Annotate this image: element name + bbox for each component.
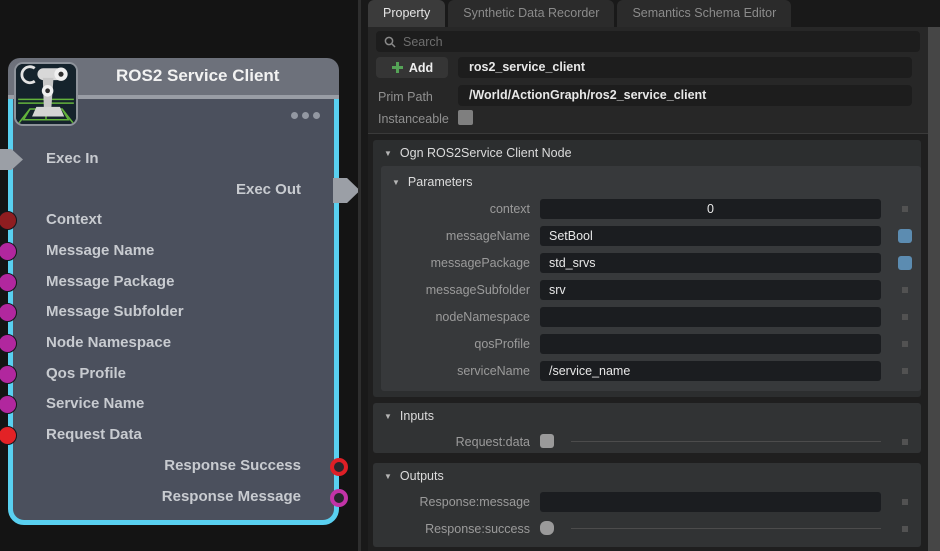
collapse-triangle-icon[interactable]: ▼ [384,141,392,167]
default-value-square-icon[interactable] [902,287,908,293]
message-subfolder-field[interactable]: srv [540,280,881,300]
node-port-node-namespace[interactable]: Node Namespace [13,333,334,355]
modified-value-square-icon[interactable] [898,256,912,270]
node-title: ROS2 Service Client [116,66,279,86]
param-row-context: context 0 [381,196,921,223]
section-inputs-header[interactable]: ▼Inputs [373,403,921,429]
input-row-request-data: Request:data [373,429,921,456]
collapse-triangle-icon[interactable]: ▼ [392,167,400,199]
message-name-field[interactable]: SetBool [540,226,881,246]
add-button[interactable]: Add [376,57,448,78]
default-value-square-icon[interactable] [902,499,908,505]
panel-scrollbar[interactable] [928,27,940,551]
message-package-field[interactable]: std_srvs [540,253,881,273]
section-ogn-node: ▼Ogn ROS2Service Client Node ▼Parameters… [373,140,921,397]
search-input[interactable]: Search [376,31,920,52]
tab-semantics-schema-editor[interactable]: Semantics Schema Editor [617,0,791,27]
response-success-pin-icon[interactable] [330,458,348,476]
message-name-pin-icon[interactable] [0,242,17,261]
panel-gap [361,0,368,551]
section-parameters: ▼Parameters context 0 messageName SetBoo… [381,166,921,391]
param-row-qos-profile: qosProfile [381,331,921,358]
property-panel: Property Synthetic Data Recorder Semanti… [368,0,940,551]
collapse-triangle-icon[interactable]: ▼ [384,464,392,490]
node-port-message-package[interactable]: Message Package [13,272,334,294]
default-value-square-icon[interactable] [902,314,908,320]
exec-out-label: Exec Out [236,181,301,198]
default-value-square-icon[interactable] [902,526,908,532]
default-value-square-icon[interactable] [902,368,908,374]
node-port-message-name[interactable]: Message Name [13,241,334,263]
search-placeholder: Search [403,35,443,49]
exec-in-label: Exec In [46,150,99,167]
default-value-square-icon[interactable] [902,439,908,445]
property-sections: ▼Ogn ROS2Service Client Node ▼Parameters… [368,134,940,551]
request-data-pin-icon[interactable] [0,426,17,445]
node-port-exec-in[interactable]: Exec In [13,149,334,171]
output-row-response-success: Response:success [373,516,921,543]
prim-name-field[interactable]: ros2_service_client [458,57,912,78]
collapse-triangle-icon[interactable]: ▼ [384,404,392,430]
tab-synthetic-data-recorder[interactable]: Synthetic Data Recorder [448,0,614,27]
qos-profile-pin-icon[interactable] [0,365,17,384]
section-parameters-header[interactable]: ▼Parameters [381,166,921,196]
ros2-service-client-node[interactable]: ROS2 Service Client [8,58,339,525]
robot-arm-icon [14,62,78,126]
default-value-square-icon[interactable] [902,206,908,212]
param-row-node-namespace: nodeNamespace [381,304,921,331]
section-outputs: ▼Outputs Response:message Response:succe… [373,463,921,547]
output-row-response-message: Response:message [373,489,921,516]
node-port-message-subfolder[interactable]: Message Subfolder [13,302,334,324]
tab-property[interactable]: Property [368,0,445,27]
context-pin-icon[interactable] [0,211,17,230]
message-package-pin-icon[interactable] [0,273,17,292]
node-port-context[interactable]: Context [13,210,334,232]
message-subfolder-pin-icon[interactable] [0,303,17,322]
prim-path-label: Prim Path [378,90,433,104]
panel-tab-bar: Property Synthetic Data Recorder Semanti… [368,0,940,27]
exec-out-pin-icon[interactable] [333,178,360,203]
node-port-request-data[interactable]: Request Data [13,425,334,447]
exec-in-pin-icon[interactable] [0,149,23,170]
node-port-response-success[interactable]: Response Success [13,456,334,478]
app-window: ROS2 Service Client [0,0,940,551]
node-namespace-field[interactable] [540,307,881,327]
param-row-message-package: messagePackage std_srvs [381,250,921,277]
param-row-service-name: serviceName /service_name [381,358,921,385]
response-success-checkbox[interactable] [540,521,554,535]
section-inputs: ▼Inputs Request:data [373,403,921,453]
request-data-checkbox[interactable] [540,434,554,448]
prim-path-field[interactable]: /World/ActionGraph/ros2_service_client [458,85,912,106]
instanceable-label: Instanceable [378,112,449,126]
instanceable-checkbox[interactable] [458,110,473,125]
response-message-field[interactable] [540,492,881,512]
section-outputs-header[interactable]: ▼Outputs [373,463,921,489]
search-icon [384,36,396,48]
default-value-square-icon[interactable] [902,341,908,347]
param-row-message-subfolder: messageSubfolder srv [381,277,921,304]
service-name-pin-icon[interactable] [0,395,17,414]
modified-value-square-icon[interactable] [898,229,912,243]
node-namespace-pin-icon[interactable] [0,334,17,353]
response-message-pin-icon[interactable] [330,489,348,507]
context-field[interactable]: 0 [540,199,881,219]
plus-icon [391,61,404,74]
value-line [571,528,881,529]
node-port-service-name[interactable]: Service Name [13,394,334,416]
node-port-qos-profile[interactable]: Qos Profile [13,364,334,386]
param-row-message-name: messageName SetBool [381,223,921,250]
value-line [571,441,881,442]
qos-profile-field[interactable] [540,334,881,354]
node-menu-icon[interactable] [291,112,320,119]
service-name-field[interactable]: /service_name [540,361,881,381]
action-graph-canvas[interactable]: ROS2 Service Client [0,0,363,551]
node-port-response-message[interactable]: Response Message [13,487,334,509]
section-ogn-node-header[interactable]: ▼Ogn ROS2Service Client Node [373,140,921,166]
node-port-exec-out[interactable]: Exec Out [13,180,334,202]
